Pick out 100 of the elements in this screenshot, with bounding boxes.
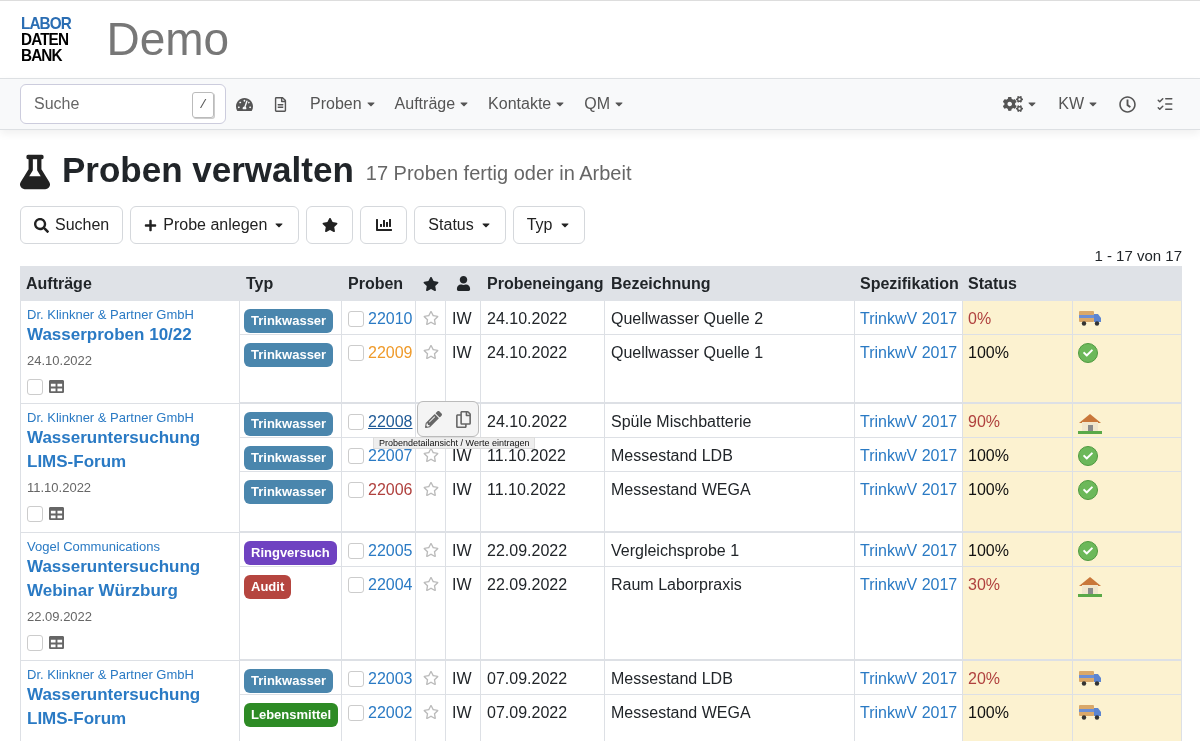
copy-icon[interactable] xyxy=(454,410,472,428)
star-icon[interactable] xyxy=(422,344,439,360)
checkbox[interactable] xyxy=(348,311,364,327)
company-link[interactable]: Dr. Klinkner & Partner GmbH xyxy=(27,409,194,426)
table-icon[interactable] xyxy=(49,379,64,394)
app-title: Demo xyxy=(106,12,230,67)
status-filter[interactable]: Status xyxy=(414,206,506,244)
order-title-link[interactable]: Wasseruntersuchung LIMS-Forum xyxy=(27,426,217,474)
search-icon xyxy=(34,217,49,233)
shortcut-key: / xyxy=(192,92,214,118)
user-menu[interactable]: KW xyxy=(1058,92,1099,116)
task-list-icon[interactable] xyxy=(1156,95,1174,113)
status-percent: 100% xyxy=(968,481,1009,498)
column-header: Bezeichnung xyxy=(610,273,712,294)
order-date: 11.10.2022 xyxy=(27,479,92,497)
sample-number-link[interactable]: 22002 xyxy=(368,701,413,725)
star-icon[interactable] xyxy=(422,481,439,497)
checkbox[interactable] xyxy=(348,671,364,687)
star-icon[interactable] xyxy=(422,704,439,720)
order-title-link[interactable]: Wasserproben 10/22 xyxy=(27,323,217,347)
person-initials: IW xyxy=(452,542,472,559)
column-header: Probeneingang xyxy=(486,273,605,294)
dashboard-icon[interactable] xyxy=(236,95,253,113)
type-tag: Ringversuch xyxy=(244,541,337,565)
status-percent: 100% xyxy=(968,542,1009,559)
checkbox[interactable] xyxy=(348,448,364,464)
sample-number-link[interactable]: 22010 xyxy=(368,307,413,331)
truck-icon xyxy=(1078,669,1102,687)
search-button[interactable]: Suchen xyxy=(20,206,124,244)
sample-number-link[interactable]: 22003 xyxy=(368,667,413,691)
received-date: 11.10.2022 xyxy=(487,481,566,498)
sample-number-link[interactable]: 22005 xyxy=(368,539,413,563)
order-title-link[interactable]: Wasseruntersuchung LIMS-Forum xyxy=(27,683,217,731)
specification-link[interactable]: TrinkwV 2017 xyxy=(860,704,958,721)
sample-name: Messestand WEGA xyxy=(611,481,751,498)
status-percent: 90% xyxy=(968,413,1001,430)
star-icon[interactable] xyxy=(422,447,439,463)
order-date: 22.09.2022 xyxy=(27,608,93,626)
received-date: 07.09.2022 xyxy=(487,670,568,687)
checkbox[interactable] xyxy=(348,705,364,721)
specification-link[interactable]: TrinkwV 2017 xyxy=(860,344,958,361)
chart-button[interactable] xyxy=(360,206,408,244)
checkbox[interactable] xyxy=(348,414,364,430)
checkbox[interactable] xyxy=(348,577,364,593)
type-tag: Trinkwasser xyxy=(244,669,334,693)
specification-link[interactable]: TrinkwV 2017 xyxy=(860,310,958,327)
nav-menu[interactable]: Aufträge xyxy=(394,92,471,116)
house-icon xyxy=(1078,412,1102,434)
star-icon[interactable] xyxy=(422,310,439,326)
received-date: 24.10.2022 xyxy=(487,310,568,327)
type-tag: Trinkwasser xyxy=(244,309,334,333)
person-icon xyxy=(456,276,471,291)
table-icon[interactable] xyxy=(49,506,64,521)
sample-number-link[interactable]: 22006 xyxy=(368,478,413,502)
specification-link[interactable]: TrinkwV 2017 xyxy=(860,447,958,464)
star-icon xyxy=(423,275,439,292)
sample-name: Raum Laborpraxis xyxy=(611,576,742,593)
type-tag: Trinkwasser xyxy=(244,412,334,436)
checkbox[interactable] xyxy=(348,482,364,498)
checkbox[interactable] xyxy=(27,378,43,395)
checkbox[interactable] xyxy=(348,345,364,361)
order-title-link[interactable]: Wasseruntersuchung Webinar Würzburg xyxy=(27,555,217,603)
edit-icon[interactable] xyxy=(424,410,442,428)
document-icon[interactable] xyxy=(273,96,288,112)
checkbox[interactable] xyxy=(348,543,364,559)
status-percent: 100% xyxy=(968,344,1009,361)
nav-menu[interactable]: Proben xyxy=(310,92,377,116)
star-icon[interactable] xyxy=(422,576,439,592)
sample-name: Messestand LDB xyxy=(611,670,733,687)
star-icon[interactable] xyxy=(422,542,439,558)
status-percent: 100% xyxy=(968,447,1009,464)
house-icon xyxy=(1078,575,1102,597)
type-filter[interactable]: Typ xyxy=(512,206,585,244)
nav-menu[interactable]: QM xyxy=(584,92,625,116)
new-sample-button[interactable]: Probe anlegen xyxy=(130,206,300,244)
favorites-button[interactable] xyxy=(306,206,354,244)
checkbox[interactable] xyxy=(27,505,43,522)
order-date: 24.10.2022 xyxy=(27,352,93,370)
truck-icon xyxy=(1078,309,1102,327)
company-link[interactable]: Dr. Klinkner & Partner GmbH xyxy=(27,666,194,683)
specification-link[interactable]: TrinkwV 2017 xyxy=(860,481,958,498)
specification-link[interactable]: TrinkwV 2017 xyxy=(860,413,958,430)
star-icon[interactable] xyxy=(422,670,439,686)
page-subtitle: 17 Proben fertig oder in Arbeit xyxy=(365,161,632,186)
truck-icon xyxy=(1078,703,1102,721)
sample-number-link[interactable]: 22008 xyxy=(368,410,413,434)
type-tag: Lebensmittel xyxy=(244,703,339,727)
table-icon[interactable] xyxy=(49,635,64,650)
company-link[interactable]: Vogel Communications xyxy=(27,538,160,555)
specification-link[interactable]: TrinkwV 2017 xyxy=(860,542,958,559)
column-header: Spezifikation xyxy=(859,273,960,294)
nav-menu[interactable]: Kontakte xyxy=(488,92,567,116)
sample-number-link[interactable]: 22004 xyxy=(368,573,413,597)
history-icon[interactable] xyxy=(1119,95,1136,113)
specification-link[interactable]: TrinkwV 2017 xyxy=(860,670,958,687)
pagination-info: 1 - 17 von 17 xyxy=(1094,247,1182,265)
logo: LABOR DATEN BANK xyxy=(21,15,71,64)
checkbox[interactable] xyxy=(27,634,43,651)
company-link[interactable]: Dr. Klinkner & Partner GmbH xyxy=(27,306,194,323)
specification-link[interactable]: TrinkwV 2017 xyxy=(860,576,958,593)
